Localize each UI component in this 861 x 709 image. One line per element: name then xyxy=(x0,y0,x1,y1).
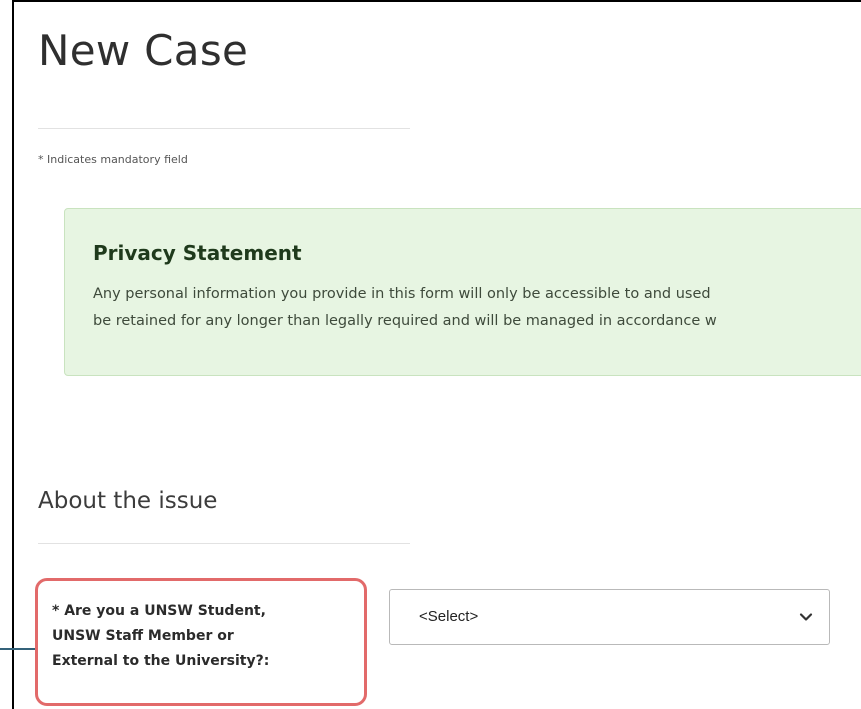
user-type-label: * Are you a UNSW Student, UNSW Staff Mem… xyxy=(52,603,270,669)
privacy-text-line-2: be retained for any longer than legally … xyxy=(93,313,717,329)
chevron-down-icon xyxy=(799,613,813,621)
user-type-select-value: <Select> xyxy=(419,608,479,625)
privacy-text-line-1: Any personal information you provide in … xyxy=(93,286,711,302)
privacy-statement-panel: Privacy Statement Any personal informati… xyxy=(64,208,861,376)
form-page: New Case * Indicates mandatory field Pri… xyxy=(12,0,861,709)
page-title: New Case xyxy=(38,26,249,75)
mandatory-note: * Indicates mandatory field xyxy=(38,153,188,166)
privacy-title: Privacy Statement xyxy=(93,241,302,265)
section-heading: About the issue xyxy=(38,488,218,514)
title-divider xyxy=(38,128,410,129)
section-divider xyxy=(38,543,410,544)
user-type-select[interactable]: <Select> xyxy=(389,589,830,645)
annotation-connector xyxy=(0,648,35,650)
